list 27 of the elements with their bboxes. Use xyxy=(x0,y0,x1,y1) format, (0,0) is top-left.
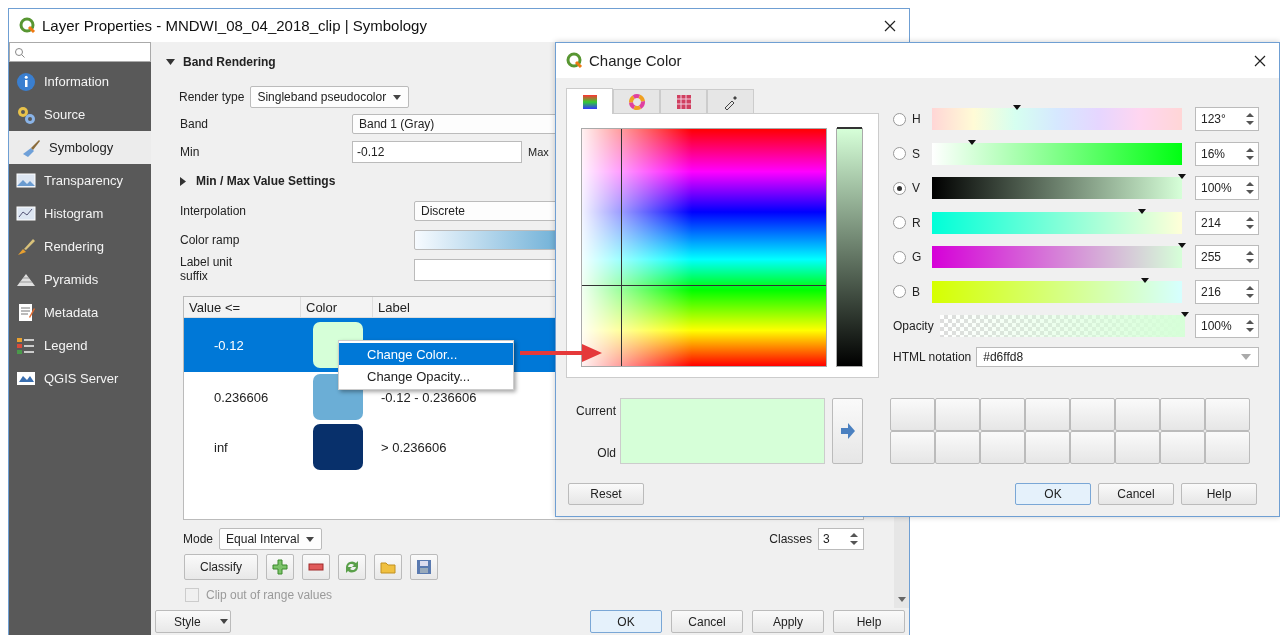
field-label: Classes xyxy=(769,532,812,546)
field-label: Render type xyxy=(179,90,245,104)
checkbox-label: Clip out of range values xyxy=(206,588,333,602)
field-label: HTML notation xyxy=(893,349,972,364)
field-label: Opacity xyxy=(893,319,934,334)
field-label: Current xyxy=(576,404,616,418)
table-cell: -0.12 - 0.236606 xyxy=(381,389,477,405)
field-label: Band xyxy=(180,117,210,131)
channel-label: V xyxy=(912,181,921,196)
field-label: Min xyxy=(180,145,201,159)
field-label: Old xyxy=(597,446,616,460)
field-label: Label unit suffix xyxy=(180,256,234,284)
channel-label: G xyxy=(912,250,923,265)
table-cell: -0.12 xyxy=(214,337,244,353)
field-label: Color ramp xyxy=(180,233,241,247)
channel-label: S xyxy=(912,146,921,161)
dialog-title: Change Color xyxy=(589,52,682,69)
window-title: Layer Properties - MNDWI_08_04_2018_clip | Symbology xyxy=(42,17,427,34)
table-cell: 0.236606 xyxy=(214,389,269,405)
table-cell: > 0.236606 xyxy=(381,439,447,455)
table-cell: inf xyxy=(214,439,228,455)
channel-label: R xyxy=(912,215,922,230)
field-label: Max xyxy=(528,146,549,158)
field-label: Mode xyxy=(183,532,214,546)
channel-label: H xyxy=(912,112,922,127)
channel-label: B xyxy=(912,284,921,299)
field-label: Interpolation xyxy=(180,204,248,218)
